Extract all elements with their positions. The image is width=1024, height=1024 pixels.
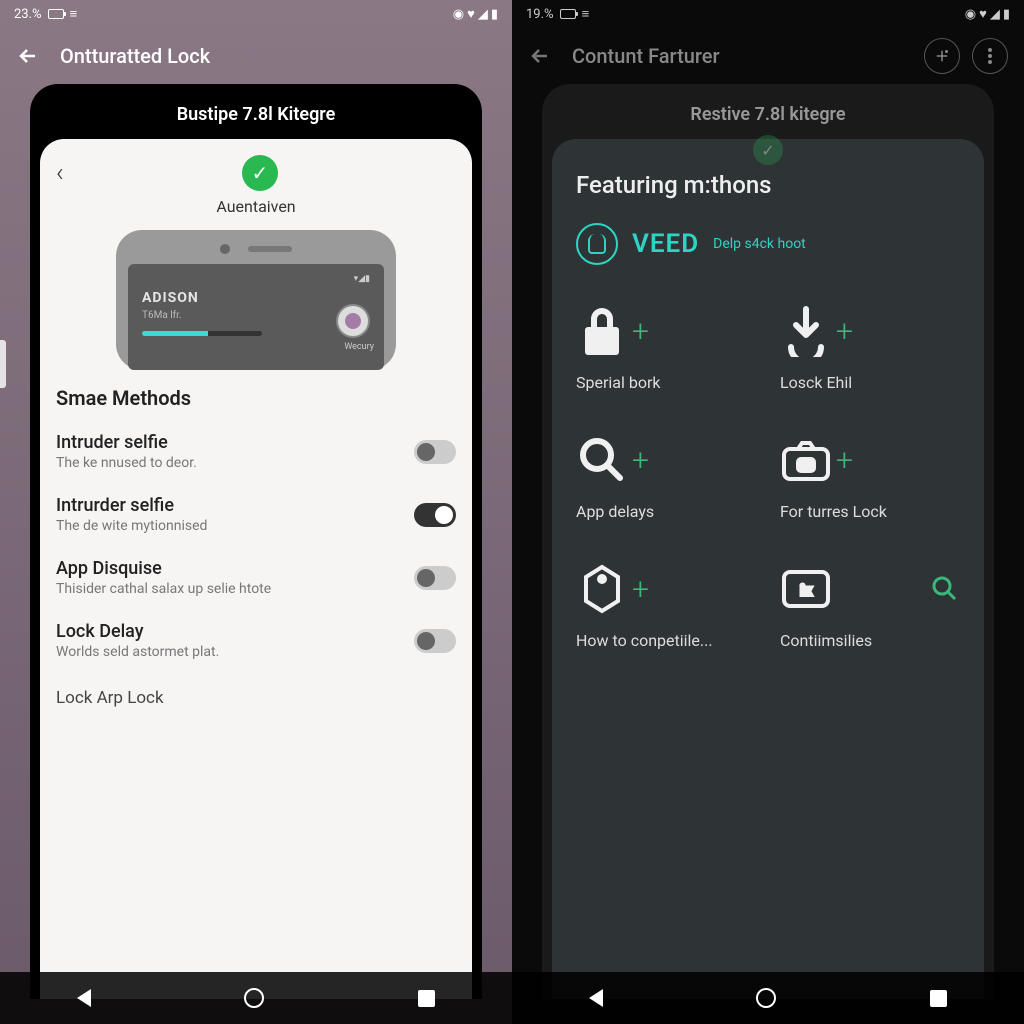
toggle[interactable] xyxy=(414,440,456,464)
tag-icon xyxy=(576,561,628,617)
toggle[interactable] xyxy=(414,503,456,527)
tile-app-delays[interactable]: + App delays xyxy=(576,428,756,521)
status-bar: 19.% ≡ ◉♥◢▮ xyxy=(512,0,1024,28)
status-time: 23.% xyxy=(14,7,42,22)
status-time: 19.% xyxy=(526,7,554,22)
nav-bar xyxy=(0,972,512,1024)
tile-label: App delays xyxy=(576,502,756,521)
status-icons: ◉♥◢▮ xyxy=(965,6,1010,22)
setting-title: Lock Delay xyxy=(56,621,219,642)
feature-title: Featuring m:thons xyxy=(576,171,960,199)
setting-lock-delay[interactable]: Lock Delay Worlds seld astormet plat. xyxy=(56,609,456,672)
check-icon: ✓ xyxy=(753,135,783,165)
page-title: Ontturatted Lock xyxy=(60,44,496,68)
tile-how-to[interactable]: + How to conpetiile... xyxy=(576,557,756,650)
setting-desc: Worlds seld astormet plat. xyxy=(56,644,219,660)
plus-icon: + xyxy=(632,572,649,607)
frame-title: Restive 7.8l kitegre xyxy=(552,96,984,139)
setting-title: App Disquise xyxy=(56,558,271,579)
setting-app-disguise[interactable]: App Disquise Thisider cathal salax up se… xyxy=(56,546,456,609)
camera-icon xyxy=(780,432,832,488)
tile-losck-ehil[interactable]: + Losck Ehil xyxy=(780,299,960,392)
nav-back-button[interactable] xyxy=(77,989,91,1007)
search-icon xyxy=(576,432,628,488)
back-button[interactable] xyxy=(16,44,40,68)
plus-icon: + xyxy=(836,314,853,349)
lock-icon xyxy=(576,303,628,359)
tile-label: Contiimsilies xyxy=(780,631,960,650)
toggle[interactable] xyxy=(414,566,456,590)
plus-icon: + xyxy=(836,443,853,478)
frame-title: Bustipe 7.8l Kitegre xyxy=(40,96,472,139)
add-button[interactable] xyxy=(924,38,960,74)
setting-intruder-selfie[interactable]: Intruder selfie The ke nnused to deor. xyxy=(56,420,456,483)
page-title: Contunt Farturer xyxy=(572,44,904,68)
tile-for-turres-lock[interactable]: + For turres Lock xyxy=(780,428,960,521)
svg-text:ix: ix xyxy=(801,583,813,599)
tile-sperial-bork[interactable]: + Sperial bork xyxy=(576,299,756,392)
status-extra-icon: ≡ xyxy=(582,6,590,22)
toggle[interactable] xyxy=(414,629,456,653)
scroll-indicator xyxy=(0,340,6,388)
tile-contiimsilies[interactable]: ix Contiimsilies xyxy=(780,557,960,650)
nav-recent-button[interactable] xyxy=(418,990,435,1007)
battery-icon xyxy=(48,9,64,19)
avatar xyxy=(336,304,370,338)
section-title: Smae Methods xyxy=(56,386,456,410)
card-icon: ix xyxy=(780,561,832,617)
nav-back-button[interactable] xyxy=(589,989,603,1007)
tile-label: Losck Ehil xyxy=(780,373,960,392)
setting-desc: The de wite mytionnised xyxy=(56,518,207,534)
tile-label: How to conpetiile... xyxy=(576,631,756,650)
tile-label: Sperial bork xyxy=(576,373,756,392)
phone-frame: Restive 7.8l kitegre ✓ Featuring m:thons… xyxy=(542,84,994,999)
status-bar: 23.% ≡ ◉♥◢▮ xyxy=(0,0,512,28)
nav-bar xyxy=(512,972,1024,1024)
setting-title: Intrurder selfie xyxy=(56,495,207,516)
brand-icon xyxy=(576,223,618,265)
check-icon: ✓ xyxy=(242,155,278,191)
setting-desc: Thisider cathal salax up selie htote xyxy=(56,581,271,597)
mock-username: ADISON xyxy=(142,290,370,306)
nav-home-button[interactable] xyxy=(756,988,776,1008)
card-back-button[interactable]: ‹ xyxy=(56,158,64,188)
plus-icon: + xyxy=(632,443,649,478)
phone-mockup: ▾◢▮ ADISON T6Ma lfr. Wecury xyxy=(116,230,396,370)
setting-intruder-selfie-2[interactable]: Intrurder selfie The de wite mytionnised xyxy=(56,483,456,546)
tile-label: For turres Lock xyxy=(780,502,960,521)
setting-desc: The ke nnused to deor. xyxy=(56,455,197,471)
nav-home-button[interactable] xyxy=(244,988,264,1008)
plus-icon: + xyxy=(632,314,649,349)
nav-recent-button[interactable] xyxy=(930,990,947,1007)
download-icon xyxy=(780,303,832,359)
brand-row[interactable]: VEED Delp s4ck hoot xyxy=(576,223,960,265)
more-button[interactable] xyxy=(972,38,1008,74)
battery-icon xyxy=(560,9,576,19)
avatar-label: Wecury xyxy=(344,342,374,352)
back-button[interactable] xyxy=(528,44,552,68)
phone-frame: Bustipe 7.8l Kitegre ‹ ✓ Auentaiven ▾◢▮ … xyxy=(30,84,482,999)
status-icons: ◉♥◢▮ xyxy=(453,6,498,22)
setting-title: Intruder selfie xyxy=(56,432,197,453)
setting-lock-app-lock[interactable]: Lock Arp Lock xyxy=(56,672,456,708)
search-small-icon xyxy=(930,574,960,604)
brand-name: VEED xyxy=(632,229,699,259)
brand-subtitle: Delp s4ck hoot xyxy=(713,236,806,252)
card-subtitle: Auentaiven xyxy=(56,197,456,216)
status-extra-icon: ≡ xyxy=(70,6,78,22)
